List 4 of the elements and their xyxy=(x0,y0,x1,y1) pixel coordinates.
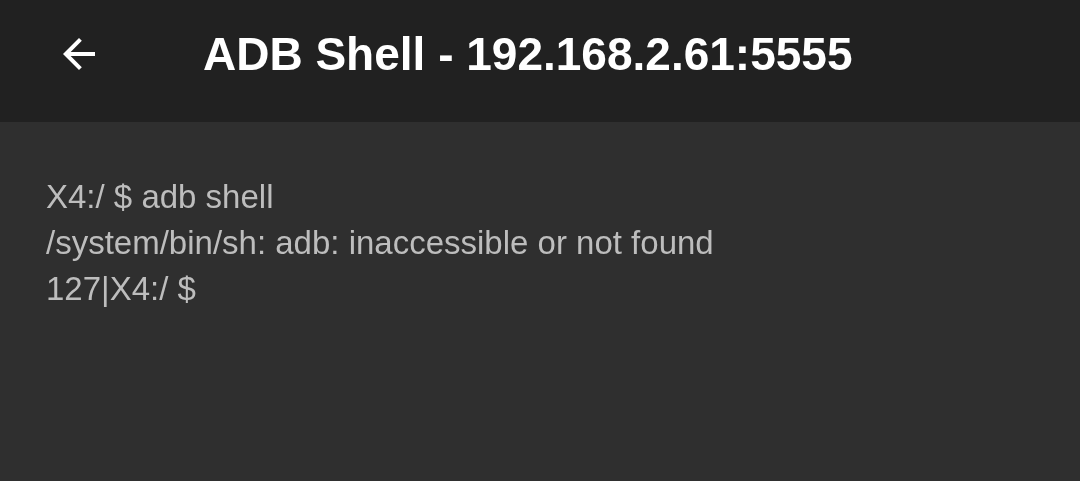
app-title: ADB Shell - 192.168.2.61:5555 xyxy=(203,27,853,81)
terminal-line: X4:/ $ adb shell xyxy=(46,177,275,217)
terminal-line: /system/bin/sh: adb: inaccessible or not found xyxy=(46,223,715,263)
terminal-line: 127|X4:/ $ xyxy=(46,269,197,309)
